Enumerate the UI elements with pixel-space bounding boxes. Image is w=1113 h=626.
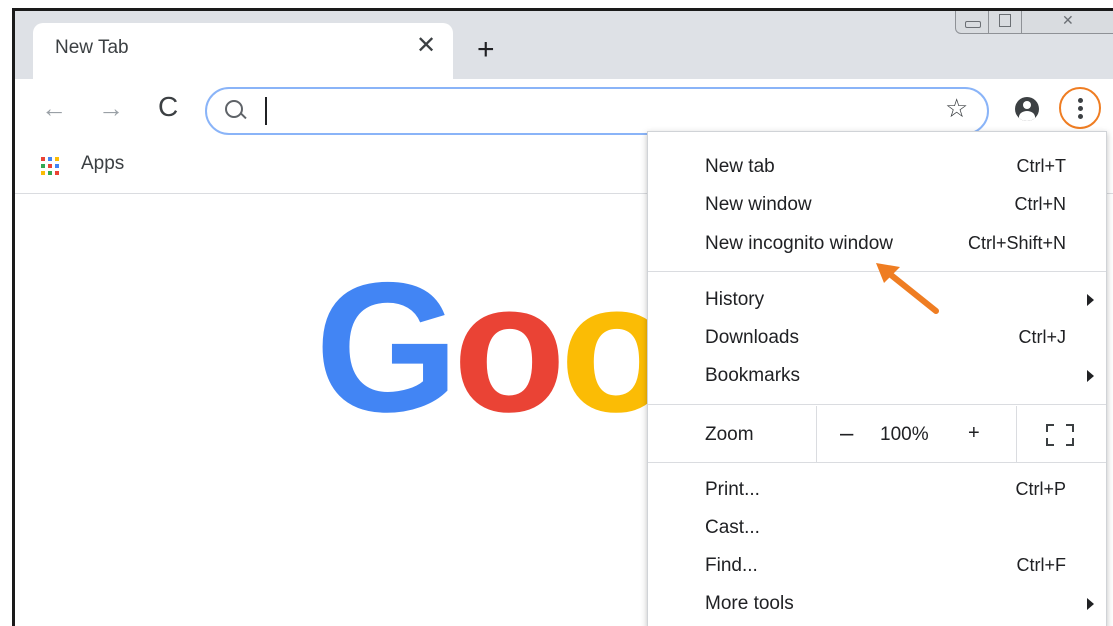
menu-item-cast[interactable]: Cast... bbox=[648, 510, 1106, 548]
new-tab-button[interactable]: + bbox=[477, 35, 495, 65]
zoom-in-button[interactable]: + bbox=[968, 422, 980, 445]
menu-item-new-window[interactable]: New window Ctrl+N bbox=[648, 187, 1106, 225]
zoom-value: 100% bbox=[880, 424, 929, 445]
search-icon bbox=[225, 100, 243, 118]
apps-grid-icon[interactable] bbox=[41, 157, 61, 177]
menu-item-new-tab[interactable]: New tab Ctrl+T bbox=[648, 149, 1106, 187]
chrome-menu: New tab Ctrl+T New window Ctrl+N New inc… bbox=[647, 131, 1107, 626]
submenu-arrow-icon bbox=[1087, 294, 1094, 306]
browser-window: New Tab ✕ + ✕ ← → C ☆ Apps Goo New tab C… bbox=[12, 8, 1113, 626]
omnibox-input[interactable] bbox=[262, 95, 926, 129]
menu-item-bookmarks[interactable]: Bookmarks bbox=[648, 358, 1106, 396]
logo-letter: o bbox=[452, 245, 566, 451]
reload-icon[interactable]: C bbox=[158, 93, 178, 121]
tab-new-tab[interactable]: New Tab ✕ bbox=[33, 23, 453, 81]
logo-letter: G bbox=[315, 245, 459, 451]
menu-zoom-row: Zoom – 100% + bbox=[648, 406, 1106, 462]
toolbar: ← → C ☆ bbox=[15, 79, 1113, 139]
submenu-arrow-icon bbox=[1087, 598, 1094, 610]
forward-arrow-icon[interactable]: → bbox=[98, 95, 124, 121]
back-arrow-icon[interactable]: ← bbox=[41, 95, 67, 121]
fullscreen-icon[interactable] bbox=[1046, 424, 1074, 446]
text-caret bbox=[265, 97, 267, 125]
menu-item-print[interactable]: Print... Ctrl+P bbox=[648, 472, 1106, 510]
menu-item-find[interactable]: Find... Ctrl+F bbox=[648, 548, 1106, 586]
menu-item-more-tools[interactable]: More tools bbox=[648, 586, 1106, 624]
menu-separator bbox=[648, 462, 1106, 463]
window-controls: ✕ bbox=[955, 11, 1113, 39]
tab-close-icon[interactable]: ✕ bbox=[416, 34, 436, 58]
star-icon[interactable]: ☆ bbox=[945, 95, 968, 121]
maximize-icon[interactable] bbox=[988, 11, 1022, 34]
menu-item-downloads[interactable]: Downloads Ctrl+J bbox=[648, 320, 1106, 358]
apps-bookmark[interactable]: Apps bbox=[81, 153, 124, 175]
tab-strip: New Tab ✕ + ✕ bbox=[15, 11, 1113, 81]
annotation-arrow-icon bbox=[876, 263, 939, 314]
submenu-arrow-icon bbox=[1087, 370, 1094, 382]
menu-item-new-incognito-window[interactable]: New incognito window Ctrl+Shift+N bbox=[648, 226, 1106, 264]
minimize-icon[interactable] bbox=[955, 11, 989, 34]
zoom-label: Zoom bbox=[705, 424, 754, 445]
tab-title: New Tab bbox=[55, 37, 129, 58]
account-icon[interactable] bbox=[1015, 97, 1039, 121]
omnibox[interactable]: ☆ bbox=[205, 87, 989, 135]
zoom-out-button[interactable]: – bbox=[840, 420, 853, 448]
close-icon[interactable]: ✕ bbox=[1021, 11, 1113, 34]
menu-separator bbox=[648, 404, 1106, 405]
menu-dots-icon[interactable] bbox=[1059, 87, 1101, 129]
